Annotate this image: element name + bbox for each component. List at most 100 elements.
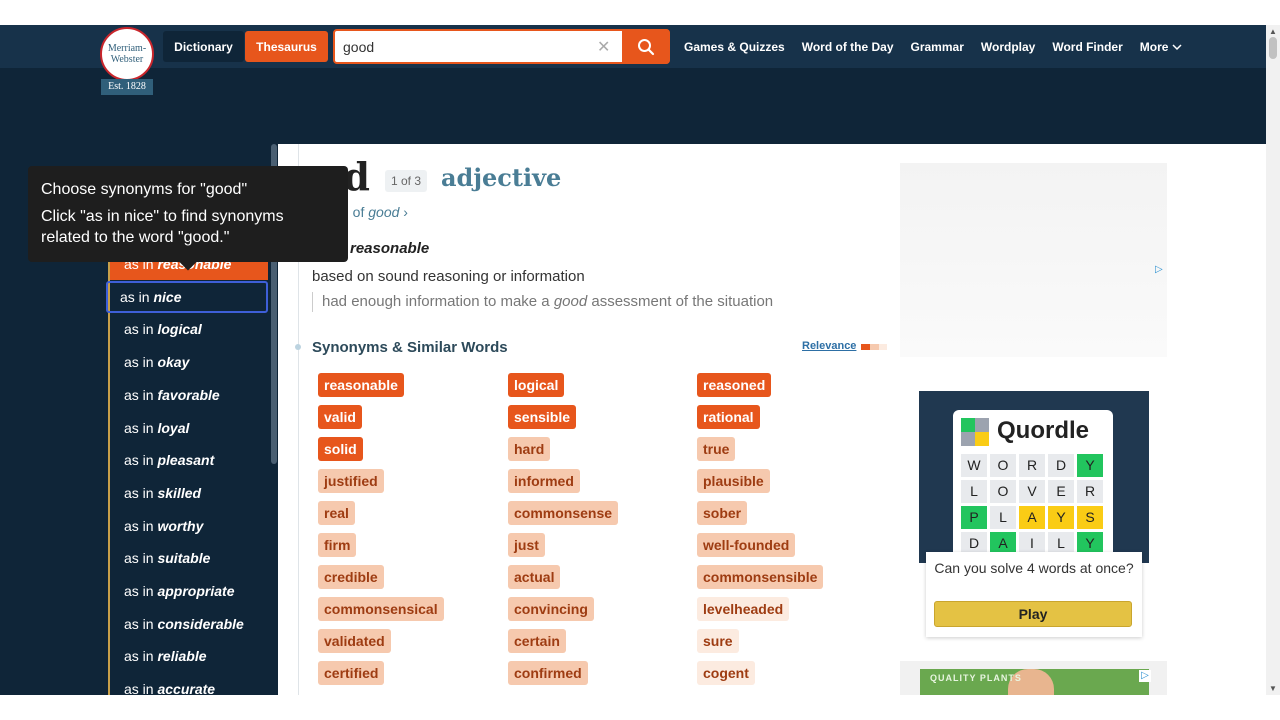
quordle-logo-cell-br bbox=[975, 432, 989, 446]
quordle-question: Can you solve 4 words at once? bbox=[934, 560, 1134, 576]
synonym-chip[interactable]: well-founded bbox=[697, 533, 796, 557]
synonym-chip[interactable]: logical bbox=[508, 373, 565, 397]
bottom-strip bbox=[0, 695, 1280, 720]
ad-placeholder[interactable]: ▷ bbox=[900, 163, 1167, 357]
sidebar-item-loyal[interactable]: as in loyal bbox=[110, 412, 268, 444]
synonym-chip[interactable]: confirmed bbox=[508, 661, 588, 685]
definition-link[interactable]: n of good › bbox=[341, 204, 408, 220]
synonym-chip[interactable]: commonsense bbox=[508, 501, 619, 525]
sidebar-item-nice[interactable]: as in nice bbox=[106, 280, 268, 313]
sidebar-item-worthy[interactable]: as in worthy bbox=[110, 510, 268, 542]
quordle-ad[interactable]: Quordle WORDYLOVERPLAYSDAILY Can you sol… bbox=[919, 391, 1149, 637]
synonym-chip[interactable]: certain bbox=[508, 629, 566, 653]
sidebar-item-prefix: as in bbox=[124, 386, 154, 403]
synonym-chip[interactable]: credible bbox=[318, 565, 384, 589]
synonym-chip[interactable]: sensible bbox=[508, 405, 577, 429]
sidebar-item-word: loyal bbox=[157, 419, 190, 436]
sidebar-item-considerable[interactable]: as in considerable bbox=[110, 608, 268, 640]
quordle-tile: A bbox=[1019, 506, 1045, 529]
tooltip-line2: Click "as in nice" to find synonyms rela… bbox=[41, 208, 284, 246]
synonym-chip[interactable]: reasoned bbox=[697, 373, 772, 397]
sidebar-item-favorable[interactable]: as in favorable bbox=[110, 379, 268, 411]
synonym-chip[interactable]: justified bbox=[318, 469, 384, 493]
relevance-bar-weak bbox=[879, 344, 887, 350]
sidebar-item-word: pleasant bbox=[157, 452, 215, 469]
clear-icon[interactable]: ✕ bbox=[597, 37, 610, 57]
sidebar-item-word: appropriate bbox=[157, 583, 235, 599]
quordle-cta: Can you solve 4 words at once? Play bbox=[926, 552, 1142, 637]
tab-dictionary[interactable]: Dictionary bbox=[163, 31, 244, 62]
sidebar-item-word: skilled bbox=[157, 484, 202, 501]
nav-grammar[interactable]: Grammar bbox=[911, 40, 964, 54]
synonym-chip[interactable]: plausible bbox=[697, 469, 770, 493]
synonym-chip[interactable]: commonsensical bbox=[318, 597, 444, 621]
search-icon bbox=[638, 38, 655, 55]
synonym-chip[interactable]: solid bbox=[318, 437, 363, 461]
sidebar-item-suitable[interactable]: as in suitable bbox=[110, 542, 268, 574]
synonym-chip[interactable]: rational bbox=[697, 405, 760, 429]
quordle-tile: V bbox=[1019, 480, 1045, 503]
synonym-chip[interactable]: commonsensible bbox=[697, 565, 824, 589]
synonym-chip[interactable]: just bbox=[508, 533, 545, 557]
synonym-chip[interactable]: valid bbox=[318, 405, 362, 429]
relevance-link[interactable]: Relevance bbox=[802, 340, 856, 352]
entry-count: 1 of 3 bbox=[385, 170, 428, 192]
quordle-title: Quordle bbox=[997, 417, 1090, 444]
quordle-tile: O bbox=[990, 480, 1016, 503]
synonym-chip[interactable]: validated bbox=[318, 629, 391, 653]
synonym-chip[interactable]: cogent bbox=[697, 661, 755, 685]
quordle-tile: P bbox=[961, 506, 987, 529]
scroll-down-icon[interactable]: ▼ bbox=[1269, 684, 1277, 693]
synonym-chip[interactable]: hard bbox=[508, 437, 551, 461]
synonym-chip[interactable]: levelheaded bbox=[697, 597, 790, 621]
scroll-up-icon[interactable]: ▲ bbox=[1269, 27, 1277, 36]
sidebar-item-appropriate[interactable]: as in appropriate bbox=[110, 575, 268, 607]
synonym-chip[interactable]: convincing bbox=[508, 597, 594, 621]
logo-est: Est. 1828 bbox=[101, 79, 153, 95]
guide-tooltip: Choose synonyms for "good" Click "as in … bbox=[28, 166, 348, 271]
scroll-thumb[interactable] bbox=[1269, 37, 1277, 59]
sidebar-item-word: worthy bbox=[157, 517, 204, 534]
synonym-chip[interactable]: sober bbox=[697, 501, 748, 525]
synonym-chip[interactable]: certified bbox=[318, 661, 385, 685]
site-logo[interactable]: Merriam- Webster Est. 1828 bbox=[100, 27, 154, 95]
nav-more[interactable]: More bbox=[1140, 40, 1183, 54]
synonym-chip[interactable]: informed bbox=[508, 469, 580, 493]
nav-word-of-the-day[interactable]: Word of the Day bbox=[802, 40, 894, 54]
adchoices-icon[interactable]: ▷ bbox=[1155, 264, 1163, 275]
quordle-tile: S bbox=[1077, 506, 1103, 529]
sidebar-item-skilled[interactable]: as in skilled bbox=[110, 477, 268, 509]
search-button[interactable] bbox=[622, 29, 670, 64]
synonym-chip[interactable]: sure bbox=[697, 629, 739, 653]
synonym-chip[interactable]: real bbox=[318, 501, 355, 525]
sidebar-item-logical[interactable]: as in logical bbox=[110, 313, 268, 345]
synonym-chip[interactable]: firm bbox=[318, 533, 357, 557]
quordle-play-button[interactable]: Play bbox=[934, 601, 1132, 627]
synonym-chip[interactable]: true bbox=[697, 437, 736, 461]
nav-more-label: More bbox=[1139, 40, 1169, 54]
chevron-down-icon bbox=[1172, 44, 1182, 51]
nav-games-quizzes[interactable]: Games & Quizzes bbox=[684, 40, 785, 54]
definition-text: based on sound reasoning or information bbox=[312, 268, 585, 285]
adchoices-icon[interactable]: ▷ bbox=[1139, 670, 1151, 682]
relevance-bar-medium bbox=[870, 344, 879, 350]
quordle-tile: L bbox=[990, 506, 1016, 529]
nav-wordplay[interactable]: Wordplay bbox=[981, 40, 1035, 54]
sidebar-item-word: considerable bbox=[157, 615, 244, 632]
sidebar-item-prefix: as in bbox=[120, 288, 150, 305]
plant-ad[interactable]: QUALITY PLANTS ▷ bbox=[900, 661, 1167, 695]
sidebar-item-okay[interactable]: as in okay bbox=[110, 346, 268, 378]
nav-word-finder[interactable]: Word Finder bbox=[1052, 40, 1122, 54]
synonym-chip[interactable]: actual bbox=[508, 565, 561, 589]
quordle-tile: W bbox=[961, 454, 987, 477]
tab-thesaurus[interactable]: Thesaurus bbox=[245, 31, 328, 62]
sidebar-item-prefix: as in bbox=[124, 648, 154, 665]
synonym-chip[interactable]: reasonable bbox=[318, 373, 404, 397]
sidebar-item-pleasant[interactable]: as in pleasant bbox=[110, 444, 268, 476]
section-dot bbox=[295, 344, 301, 350]
search-input[interactable] bbox=[343, 36, 593, 58]
sidebar-item-prefix: as in bbox=[124, 419, 154, 436]
sidebar-item-reliable[interactable]: as in reliable bbox=[110, 640, 268, 672]
relevance-bar bbox=[861, 344, 887, 350]
page-scrollbar[interactable]: ▲ ▼ bbox=[1266, 25, 1280, 695]
